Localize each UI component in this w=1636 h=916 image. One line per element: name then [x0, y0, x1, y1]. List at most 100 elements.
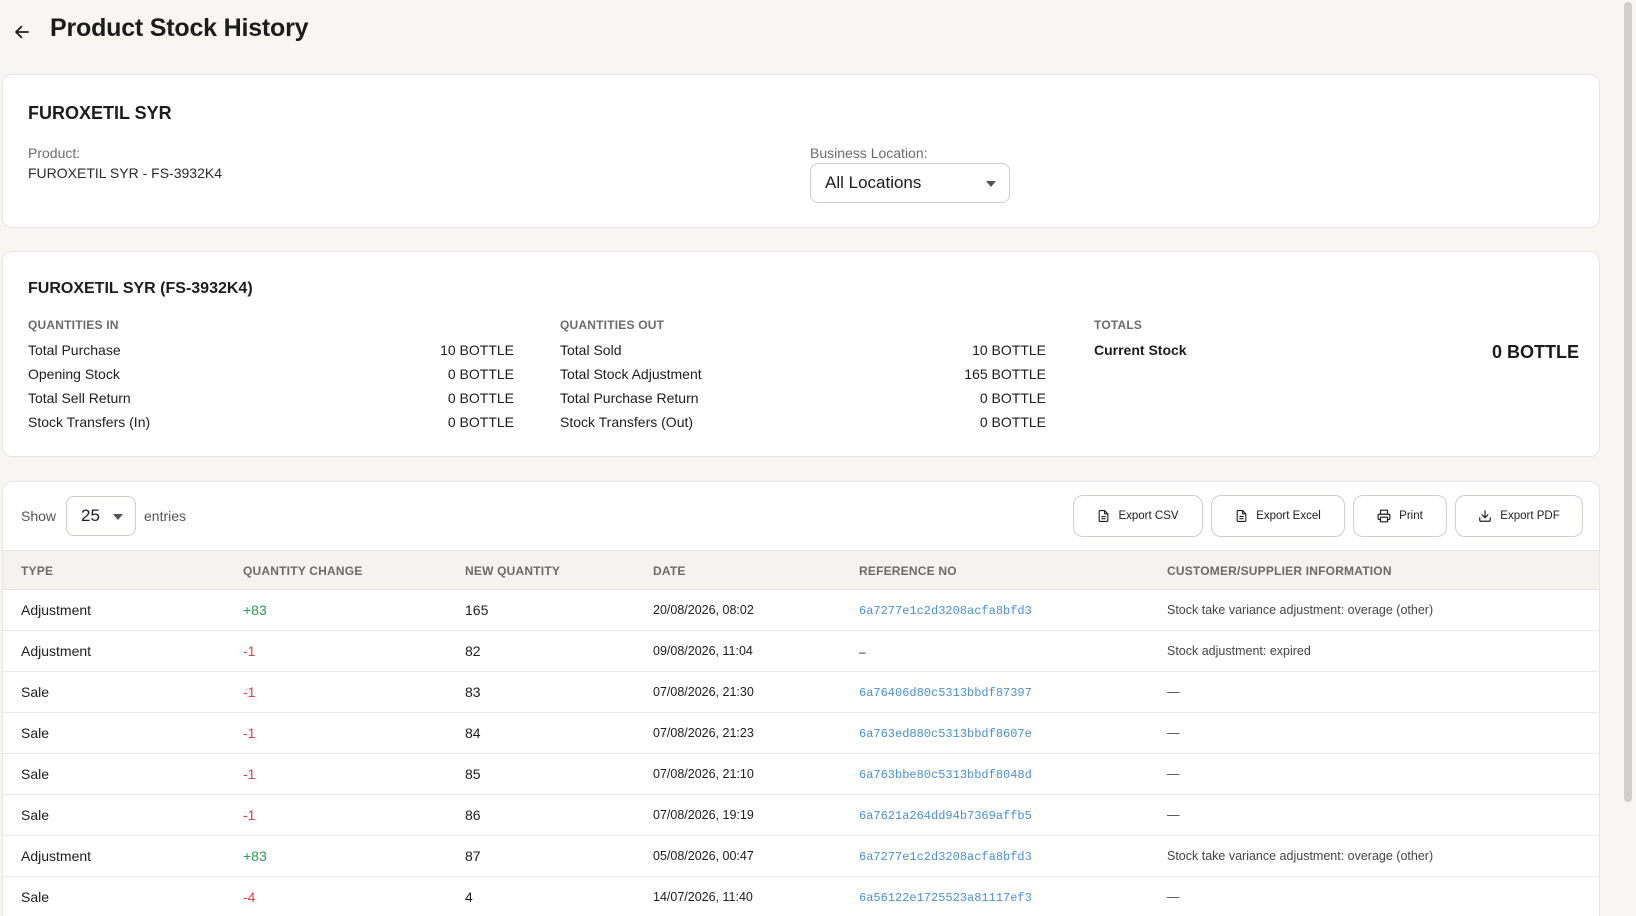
product-name: FUROXETIL SYR — [28, 103, 172, 123]
cell-new-quantity: 85 — [465, 766, 481, 782]
column-header-customer-supplier-info[interactable]: CUSTOMER/SUPPLIER INFORMATION — [1167, 564, 1392, 578]
entries-label: entries — [144, 508, 187, 524]
product-value: FUROXETIL SYR - FS-3932K4 — [28, 165, 222, 181]
cell-new-quantity: 83 — [465, 684, 481, 700]
total-purchase-value: 10 BOTTLE — [440, 342, 514, 358]
stock-summary-card: FUROXETIL SYR (FS-3932K4) QUANTITIES IN … — [2, 251, 1600, 457]
opening-stock-value: 0 BOTTLE — [447, 366, 514, 382]
cell-date: 07/08/2026, 21:30 — [653, 685, 754, 699]
entries-per-page-select[interactable]: 25 — [66, 496, 136, 536]
cell-date: 07/08/2026, 21:10 — [653, 767, 754, 781]
total-sold-label: Total Sold — [560, 342, 622, 358]
column-header-date[interactable]: DATE — [653, 564, 686, 578]
total-sold-value: 10 BOTTLE — [972, 342, 1046, 358]
caret-down-icon — [986, 181, 996, 187]
cell-type: Sale — [21, 725, 50, 741]
page-scrollbar[interactable] — [1620, 0, 1636, 916]
summary-title: FUROXETIL SYR (FS-3932K4) — [28, 280, 253, 297]
show-label: Show — [21, 508, 57, 524]
cell-quantity-change: -1 — [243, 684, 256, 700]
cell-type: Sale — [21, 684, 50, 700]
cell-info: — — [1167, 767, 1180, 781]
cell-quantity-change: +83 — [243, 602, 267, 618]
caret-down-icon — [113, 514, 123, 520]
cell-info: Stock take variance adjustment: overage … — [1167, 603, 1434, 617]
cell-quantity-change: -1 — [243, 766, 256, 782]
cell-quantity-change: -1 — [243, 807, 256, 823]
reference-link[interactable]: 6a76406d80c5313bbdf87397 — [859, 686, 1032, 700]
cell-date: 09/08/2026, 11:04 — [653, 644, 753, 658]
cell-info: — — [1167, 726, 1180, 740]
quantities-out-heading: QUANTITIES OUT — [560, 318, 665, 332]
cell-date: 05/08/2026, 00:47 — [653, 849, 754, 863]
cell-type: Sale — [21, 889, 50, 905]
current-stock-label: Current Stock — [1094, 342, 1187, 358]
cell-new-quantity: 87 — [465, 848, 481, 864]
stock-transfers-in-value: 0 BOTTLE — [447, 414, 514, 430]
cell-new-quantity: 84 — [465, 725, 481, 741]
back-button[interactable] — [10, 20, 34, 44]
table-row: Adjustment +83 87 05/08/2026, 00:47 6a72… — [3, 836, 1599, 877]
export-pdf-button[interactable]: Export PDF — [1455, 495, 1583, 537]
export-pdf-label: Export PDF — [1500, 510, 1560, 522]
cell-info: — — [1167, 890, 1180, 904]
reference-link[interactable]: 6a7277e1c2d3208acfa8bfd3 — [859, 604, 1032, 618]
table-header: TYPE QUANTITY CHANGE NEW QUANTITY DATE R… — [3, 550, 1599, 590]
cell-type: Adjustment — [21, 848, 92, 864]
print-label: Print — [1399, 510, 1423, 522]
cell-date: 20/08/2026, 08:02 — [653, 603, 754, 617]
reference-link[interactable]: 6a763bbe80c5313bbdf8048d — [859, 768, 1032, 782]
reference-link[interactable]: 6a7621a264dd94b7369affb5 — [859, 809, 1032, 823]
stock-history-table-card: Show 25 entries Export CSV Export Excel — [2, 481, 1600, 916]
total-purchase-label: Total Purchase — [28, 342, 121, 358]
cell-quantity-change: +83 — [243, 848, 267, 864]
print-button[interactable]: Print — [1353, 495, 1447, 537]
total-sell-return-label: Total Sell Return — [28, 390, 131, 406]
download-icon — [1479, 510, 1492, 522]
cell-type: Sale — [21, 766, 50, 782]
column-header-type[interactable]: TYPE — [21, 564, 53, 578]
totals-heading: TOTALS — [1094, 318, 1143, 332]
column-header-new-quantity[interactable]: NEW QUANTITY — [465, 564, 560, 578]
cell-new-quantity: 165 — [465, 602, 489, 618]
export-excel-button[interactable]: Export Excel — [1211, 495, 1345, 537]
cell-reference: – — [859, 645, 866, 659]
column-header-reference-no[interactable]: REFERENCE NO — [859, 564, 957, 578]
cell-info: Stock take variance adjustment: overage … — [1167, 849, 1434, 863]
reference-link[interactable]: 6a56122e1725523a81117ef3 — [859, 891, 1032, 905]
cell-info: — — [1167, 808, 1180, 822]
business-location-select[interactable]: All Locations — [810, 163, 1010, 203]
total-sell-return-value: 0 BOTTLE — [447, 390, 514, 406]
cell-type: Adjustment — [21, 643, 92, 659]
printer-icon — [1377, 509, 1391, 523]
cell-date: 14/07/2026, 11:40 — [653, 890, 753, 904]
page: Product Stock History FUROXETIL SYR Prod… — [0, 0, 1636, 916]
scrollbar-thumb[interactable] — [1624, 2, 1632, 802]
export-csv-button[interactable]: Export CSV — [1073, 495, 1203, 537]
total-purchase-return-label: Total Purchase Return — [560, 390, 699, 406]
stock-transfers-out-value: 0 BOTTLE — [979, 414, 1046, 430]
export-excel-label: Export Excel — [1256, 510, 1321, 522]
cell-info: Stock adjustment: expired — [1167, 644, 1311, 658]
column-header-quantity-change[interactable]: QUANTITY CHANGE — [243, 564, 362, 578]
file-icon — [1099, 510, 1109, 522]
cell-type: Sale — [21, 807, 50, 823]
reference-link[interactable]: 6a7277e1c2d3208acfa8bfd3 — [859, 850, 1032, 864]
arrow-left-icon — [15, 25, 29, 39]
table-row: Sale -1 84 07/08/2026, 21:23 6a763ed880c… — [3, 713, 1599, 754]
file-icon — [1236, 510, 1247, 522]
table-row: Sale -4 4 14/07/2026, 11:40 6a56122e1725… — [3, 877, 1599, 916]
product-card: FUROXETIL SYR Product: FUROXETIL SYR - F… — [2, 74, 1600, 228]
reference-link[interactable]: 6a763ed880c5313bbdf8607e — [859, 727, 1032, 741]
cell-date: 07/08/2026, 19:19 — [653, 808, 754, 822]
page-title: Product Stock History — [50, 14, 309, 42]
stock-transfers-in-label: Stock Transfers (In) — [28, 414, 151, 430]
page-header: Product Stock History — [0, 0, 1620, 70]
cell-quantity-change: -1 — [243, 643, 256, 659]
opening-stock-label: Opening Stock — [28, 366, 120, 382]
cell-type: Adjustment — [21, 602, 92, 618]
table-row: Sale -1 85 07/08/2026, 21:10 6a763bbe80c… — [3, 754, 1599, 795]
cell-new-quantity: 4 — [465, 889, 473, 905]
entries-per-page-value: 25 — [81, 506, 100, 525]
total-purchase-return-value: 0 BOTTLE — [979, 390, 1046, 406]
